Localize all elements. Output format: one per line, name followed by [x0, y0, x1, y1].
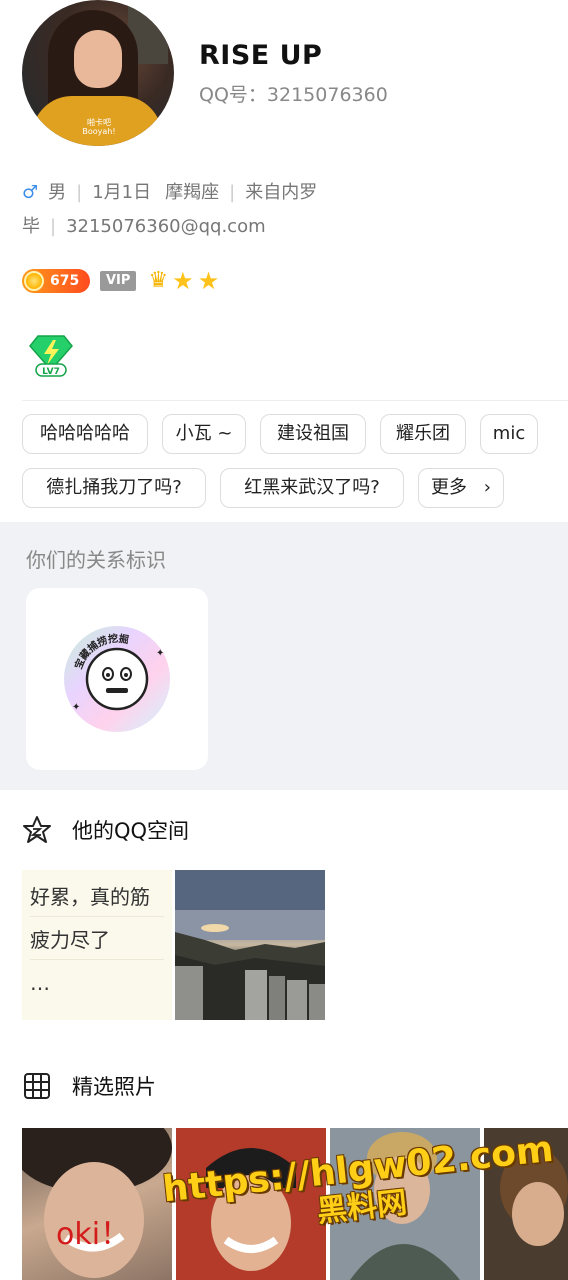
qzone-post-line: 疲力尽了: [30, 927, 164, 960]
profile-info: ♂ 男 | 1月1日 摩羯座 | 来自内罗毕 | 3215076360@qq.com: [22, 182, 318, 237]
tag-chip[interactable]: 哈哈哈哈哈: [22, 414, 148, 454]
tag-chip[interactable]: mic: [480, 414, 538, 454]
avatar-caption: 啪卡吧 Booyah!: [82, 118, 116, 136]
email: 3215076360@qq.com: [66, 216, 266, 237]
coin-badge[interactable]: 675: [22, 269, 90, 293]
relation-badge-icon: 宝藏捕捞挖掘 ✦ ✦: [64, 626, 170, 732]
gem-level: LV7: [42, 367, 60, 377]
svg-text:✦: ✦: [72, 702, 80, 713]
profile-header: 啪卡吧 Booyah! RISE UP QQ号：3215076360: [0, 0, 568, 160]
nickname: RISE UP: [199, 40, 323, 71]
photos-header[interactable]: 精选照片: [22, 1068, 156, 1104]
svg-text:✦: ✦: [156, 648, 164, 659]
badge-row: 675 VIP ♛ ★ ★: [22, 266, 219, 296]
star-icon[interactable]: ★: [172, 266, 194, 296]
tag-chip[interactable]: 红黑来武汉了吗?: [220, 468, 404, 508]
qzone-photo[interactable]: [175, 870, 325, 1020]
tag-chip[interactable]: 德扎捅我刀了吗?: [22, 468, 206, 508]
qzone-post-line: 好累，真的筋: [30, 884, 164, 917]
qzone-title: 他的QQ空间: [72, 819, 190, 843]
tag-chip[interactable]: 建设祖国: [260, 414, 366, 454]
tag-chip[interactable]: 小瓦 ~: [162, 414, 246, 454]
mountain-city-photo: [175, 870, 325, 1020]
crown-icon[interactable]: ♛: [148, 266, 168, 296]
photo-thumbnail[interactable]: oki！: [22, 1128, 172, 1280]
birthday: 1月1日: [92, 182, 152, 203]
coin-count: 675: [50, 273, 80, 289]
divider: [22, 400, 568, 401]
star-outline-icon: [23, 816, 51, 843]
gender: 男: [48, 182, 67, 203]
photos-title: 精选照片: [72, 1075, 156, 1099]
photo-overlay-text: oki！: [56, 1217, 130, 1252]
qzone-post-card[interactable]: 好累，真的筋 疲力尽了 …: [22, 870, 172, 1020]
star-icon[interactable]: ★: [198, 266, 220, 296]
tag-chip[interactable]: 耀乐团: [380, 414, 466, 454]
grid-icon: [24, 1073, 50, 1099]
male-icon: ♂: [22, 182, 39, 203]
gem-level-badge[interactable]: LV7: [26, 334, 76, 378]
qzone-header[interactable]: 他的QQ空间: [22, 812, 189, 848]
vip-badge[interactable]: VIP: [100, 271, 137, 291]
relation-badge-card[interactable]: 宝藏捕捞挖掘 ✦ ✦: [26, 588, 208, 770]
more-tags-label: 更多: [431, 477, 467, 498]
diamond-icon: LV7: [29, 335, 73, 377]
qzone-post-ellipsis: …: [30, 971, 50, 995]
qq-number: QQ号：3215076360: [199, 84, 388, 106]
relation-title: 你们的关系标识: [26, 548, 166, 572]
more-tags-button[interactable]: 更多 ›: [418, 468, 504, 508]
coin-icon: [24, 271, 44, 291]
relation-section: 你们的关系标识 宝藏捕捞挖掘 ✦ ✦: [0, 522, 568, 790]
chevron-right-icon: ›: [483, 477, 491, 498]
avatar[interactable]: 啪卡吧 Booyah!: [22, 0, 174, 146]
zodiac: 摩羯座: [165, 182, 220, 203]
